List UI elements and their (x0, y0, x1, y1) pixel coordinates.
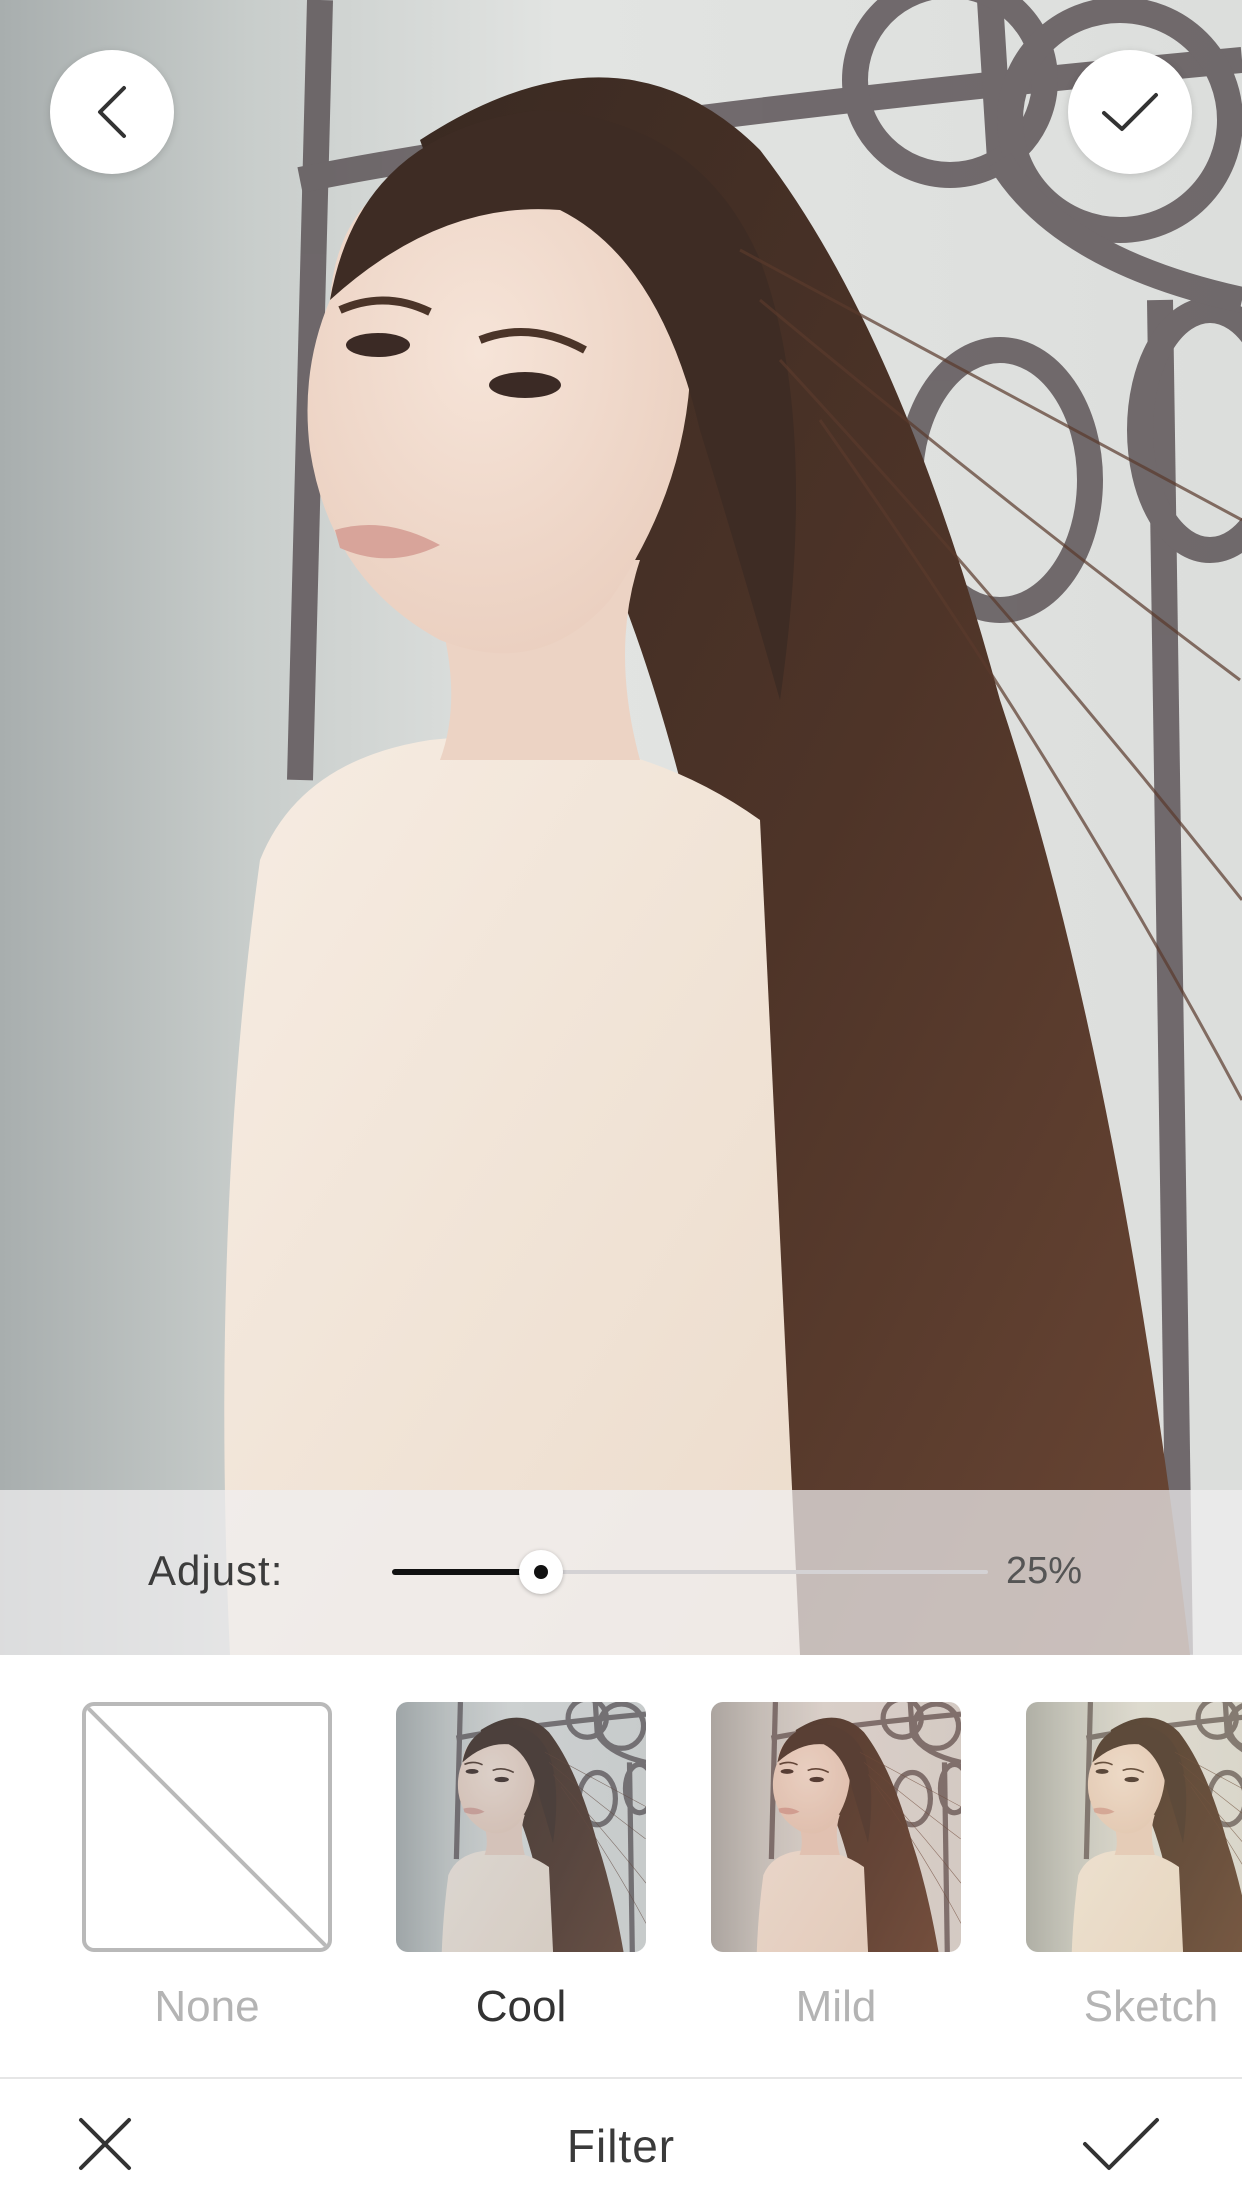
filter-label: Sketch (1083, 1982, 1219, 2031)
adjust-value: 25% (1006, 1550, 1083, 1592)
check-icon (1102, 93, 1158, 131)
adjust-slider[interactable] (392, 1550, 988, 1594)
back-button[interactable] (50, 50, 174, 174)
mild-thumbnail (711, 1702, 961, 1952)
cool-thumbnail (396, 1702, 646, 1952)
chevron-left-icon (98, 86, 126, 138)
photo-preview (0, 0, 1242, 1655)
bottom-toolbar: Filter (0, 2077, 1242, 2208)
slider-handle[interactable] (519, 1550, 563, 1594)
sketch-thumbnail (1026, 1702, 1242, 1952)
filter-item-sketch[interactable]: Sketch (1026, 1702, 1242, 2032)
adjust-label: Adjust: (148, 1547, 284, 1594)
filter-item-mild[interactable]: Mild (711, 1702, 961, 2032)
confirm-button[interactable] (1068, 50, 1192, 174)
filter-label: Cool (475, 1982, 567, 2031)
filter-item-cool[interactable]: Cool (396, 1702, 646, 2032)
filter-label: None (154, 1982, 260, 2031)
filter-strip: None Cool Mild Sketch (0, 1655, 1242, 2077)
check-icon (1083, 2118, 1159, 2170)
portrait-photo (0, 0, 1242, 1655)
none-thumbnail (82, 1702, 332, 1952)
filter-editor-screen: Adjust: 25% None Cool Mild Sketch Filter (0, 0, 1242, 2208)
apply-button[interactable] (1078, 2109, 1164, 2179)
filter-label: Mild (795, 1982, 877, 2031)
screen-title: Filter (566, 2120, 676, 2172)
filter-item-none[interactable]: None (82, 1702, 332, 2032)
